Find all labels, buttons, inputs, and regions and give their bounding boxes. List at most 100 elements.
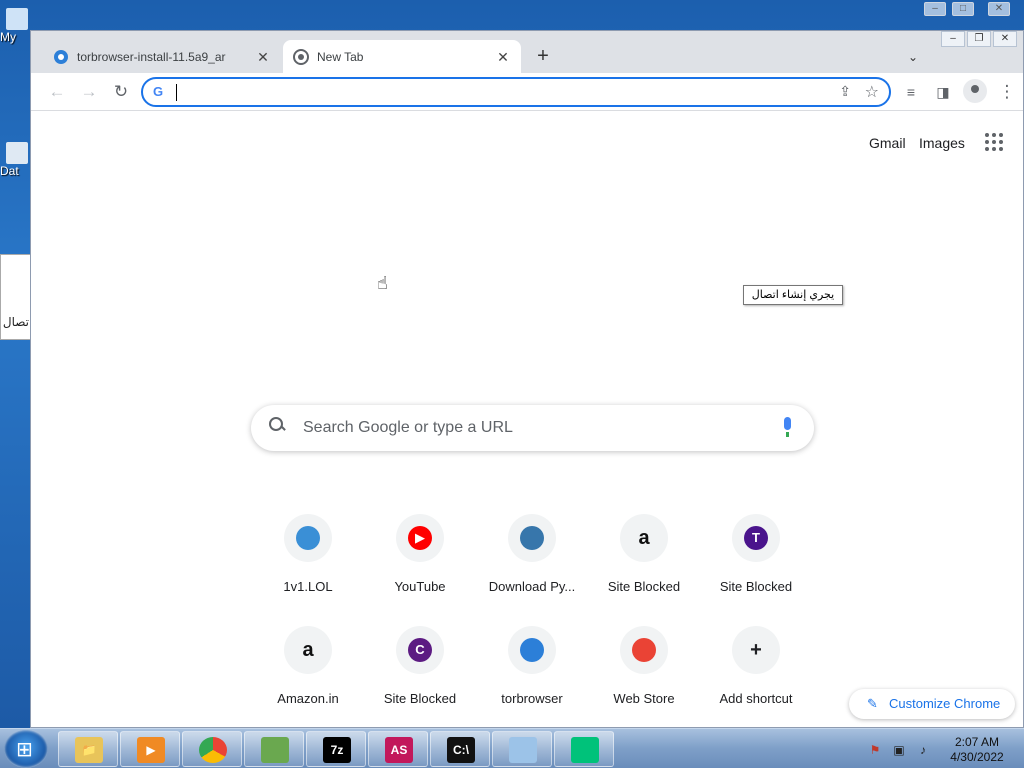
address-input[interactable] — [179, 82, 819, 104]
desktop-icon-my-computer[interactable]: My — [0, 8, 30, 44]
taskbar-explorer-button[interactable]: 📁 — [58, 731, 118, 767]
chrome-favicon-icon — [293, 48, 309, 65]
text-caret — [176, 84, 177, 101]
forward-arrow-icon[interactable]: → — [77, 80, 101, 104]
taskbar-notepad-chart-button[interactable] — [244, 731, 304, 767]
desktop-icon-data[interactable]: Dat — [0, 142, 30, 178]
status-tooltip: يجري إنشاء اتصال — [743, 285, 843, 305]
shortcut-favicon-icon: ▶ — [408, 526, 432, 550]
google-g-icon: G — [153, 84, 164, 99]
close-window-button[interactable]: ✕ — [993, 31, 1017, 47]
shortcut-tile[interactable]: T Site Blocked — [700, 514, 812, 614]
clock[interactable]: 2:07 AM 4/30/2022 — [942, 735, 1012, 765]
tab-new-tab[interactable]: New Tab ✕ — [283, 40, 521, 73]
shortcut-circle: ▶ — [396, 514, 444, 562]
microphone-icon[interactable] — [782, 417, 792, 437]
media-queue-icon[interactable]: ≡ — [899, 80, 923, 104]
new-tab-button[interactable]: + — [531, 45, 555, 69]
shortcut-circle: T — [732, 514, 780, 562]
shortcut-tile[interactable]: ▶ YouTube — [364, 514, 476, 614]
tab-strip: torbrowser-install-11.5a9_ar ✕ New Tab ✕… — [31, 31, 1023, 73]
shortcut-label: Web Store — [613, 691, 675, 706]
shortcut-favicon-icon: a — [638, 527, 650, 549]
network-icon[interactable]: ▣ — [892, 743, 906, 757]
shortcut-tile[interactable]: + Add shortcut — [700, 626, 812, 726]
tab-close-icon[interactable]: ✕ — [495, 49, 511, 65]
shortcut-label: Download Py... — [488, 579, 576, 594]
shortcut-tile[interactable]: Web Store — [588, 626, 700, 726]
tab-torbrowser-install[interactable]: torbrowser-install-11.5a9_ar ✕ — [43, 40, 281, 73]
vpn-app-icon — [571, 737, 599, 763]
notepad-chart-icon — [261, 737, 289, 763]
customize-chrome-button[interactable]: ✎ Customize Chrome — [849, 689, 1015, 719]
google-apps-grid-icon[interactable] — [985, 133, 1003, 151]
gmail-link[interactable]: Gmail — [869, 135, 906, 151]
notepad-icon — [509, 737, 537, 763]
profile-avatar-icon[interactable] — [963, 79, 987, 103]
side-panel-icon[interactable]: ◨ — [931, 80, 955, 104]
address-bar[interactable]: G ⇪ ☆ — [141, 77, 891, 107]
shortcut-tile[interactable]: C Site Blocked — [364, 626, 476, 726]
shortcut-label: YouTube — [394, 579, 446, 594]
shortcut-label: 1v1.LOL — [283, 579, 333, 594]
images-link[interactable]: Images — [919, 135, 965, 151]
background-window-titlebar: – □ ✕ — [860, 0, 1024, 22]
maximize-icon[interactable]: □ — [952, 2, 974, 16]
shortcut-circle: C — [396, 626, 444, 674]
clock-time: 2:07 AM — [954, 735, 1000, 749]
search-icon — [269, 417, 285, 433]
search-box[interactable]: Search Google or type a URL — [251, 405, 814, 451]
shortcut-favicon-icon — [296, 526, 320, 550]
minimize-button[interactable]: – — [941, 31, 965, 47]
shortcut-favicon-icon: T — [744, 526, 768, 550]
bookmark-star-icon[interactable]: ☆ — [865, 82, 879, 102]
shortcut-tile[interactable]: torbrowser — [476, 626, 588, 726]
7zip-icon: 7z — [323, 737, 351, 763]
kebab-menu-icon[interactable]: ⋮ — [995, 80, 1019, 104]
taskbar-chrome-button[interactable] — [182, 731, 242, 767]
taskbar-media-player-button[interactable]: ▶ — [120, 731, 180, 767]
hand-cursor-icon: ☝ — [377, 273, 388, 293]
shortcut-tile[interactable]: 1v1.LOL — [252, 514, 364, 614]
share-icon[interactable]: ⇪ — [839, 83, 851, 100]
shortcut-label: Amazon.in — [277, 691, 339, 706]
desktop-icon-label: Dat — [0, 164, 19, 178]
media-player-icon: ▶ — [137, 737, 165, 763]
shortcut-circle — [508, 626, 556, 674]
taskbar-cmd-button[interactable]: C:\ — [430, 731, 490, 767]
shortcut-favicon-icon — [520, 638, 544, 662]
window-controls: – ❐ ✕ — [941, 31, 1017, 47]
shortcut-favicon-icon: C — [408, 638, 432, 662]
shortcut-tile[interactable]: Download Py... — [476, 514, 588, 614]
shortcut-tile[interactable]: a Site Blocked — [588, 514, 700, 614]
volume-icon[interactable]: ♪ — [916, 743, 930, 757]
shortcut-circle: + — [732, 626, 780, 674]
close-icon[interactable]: ✕ — [988, 2, 1010, 16]
taskbar-7zip-button[interactable]: 7z — [306, 731, 366, 767]
start-button[interactable] — [4, 730, 48, 768]
chrome-icon — [199, 737, 227, 763]
background-window[interactable]: تصال . — [0, 254, 32, 340]
taskbar: 📁 ▶ 7z AS C:\ ⚑ ▣ ♪ 2:07 AM 4/30/2022 — [0, 728, 1024, 768]
shortcut-tile[interactable]: a Amazon.in — [252, 626, 364, 726]
taskbar-as-app-button[interactable]: AS — [368, 731, 428, 767]
minimize-icon[interactable]: – — [924, 2, 946, 16]
back-arrow-icon[interactable]: ← — [45, 80, 69, 104]
explorer-icon: 📁 — [75, 737, 103, 763]
reload-icon[interactable]: ↻ — [109, 80, 133, 104]
file-icon — [6, 142, 28, 164]
shortcut-circle: a — [284, 626, 332, 674]
desktop-icon-label: My — [0, 30, 16, 44]
taskbar-vpn-app-button[interactable] — [554, 731, 614, 767]
network-error-icon[interactable]: ⚑ — [868, 743, 882, 757]
shortcut-circle — [284, 514, 332, 562]
toolbar: ← → ↻ G ⇪ ☆ ≡ ◨ ⋮ — [31, 73, 1023, 111]
system-tray: ⚑ ▣ ♪ 2:07 AM 4/30/2022 — [860, 731, 1024, 767]
tab-close-icon[interactable]: ✕ — [255, 49, 271, 65]
restore-button[interactable]: ❐ — [967, 31, 991, 47]
shortcut-label: torbrowser — [501, 691, 563, 706]
shortcut-label: Site Blocked — [607, 579, 681, 594]
taskbar-notepad-button[interactable] — [492, 731, 552, 767]
shortcut-favicon-icon: a — [302, 639, 314, 661]
tab-search-chevron-icon[interactable]: ⌄ — [903, 47, 923, 67]
